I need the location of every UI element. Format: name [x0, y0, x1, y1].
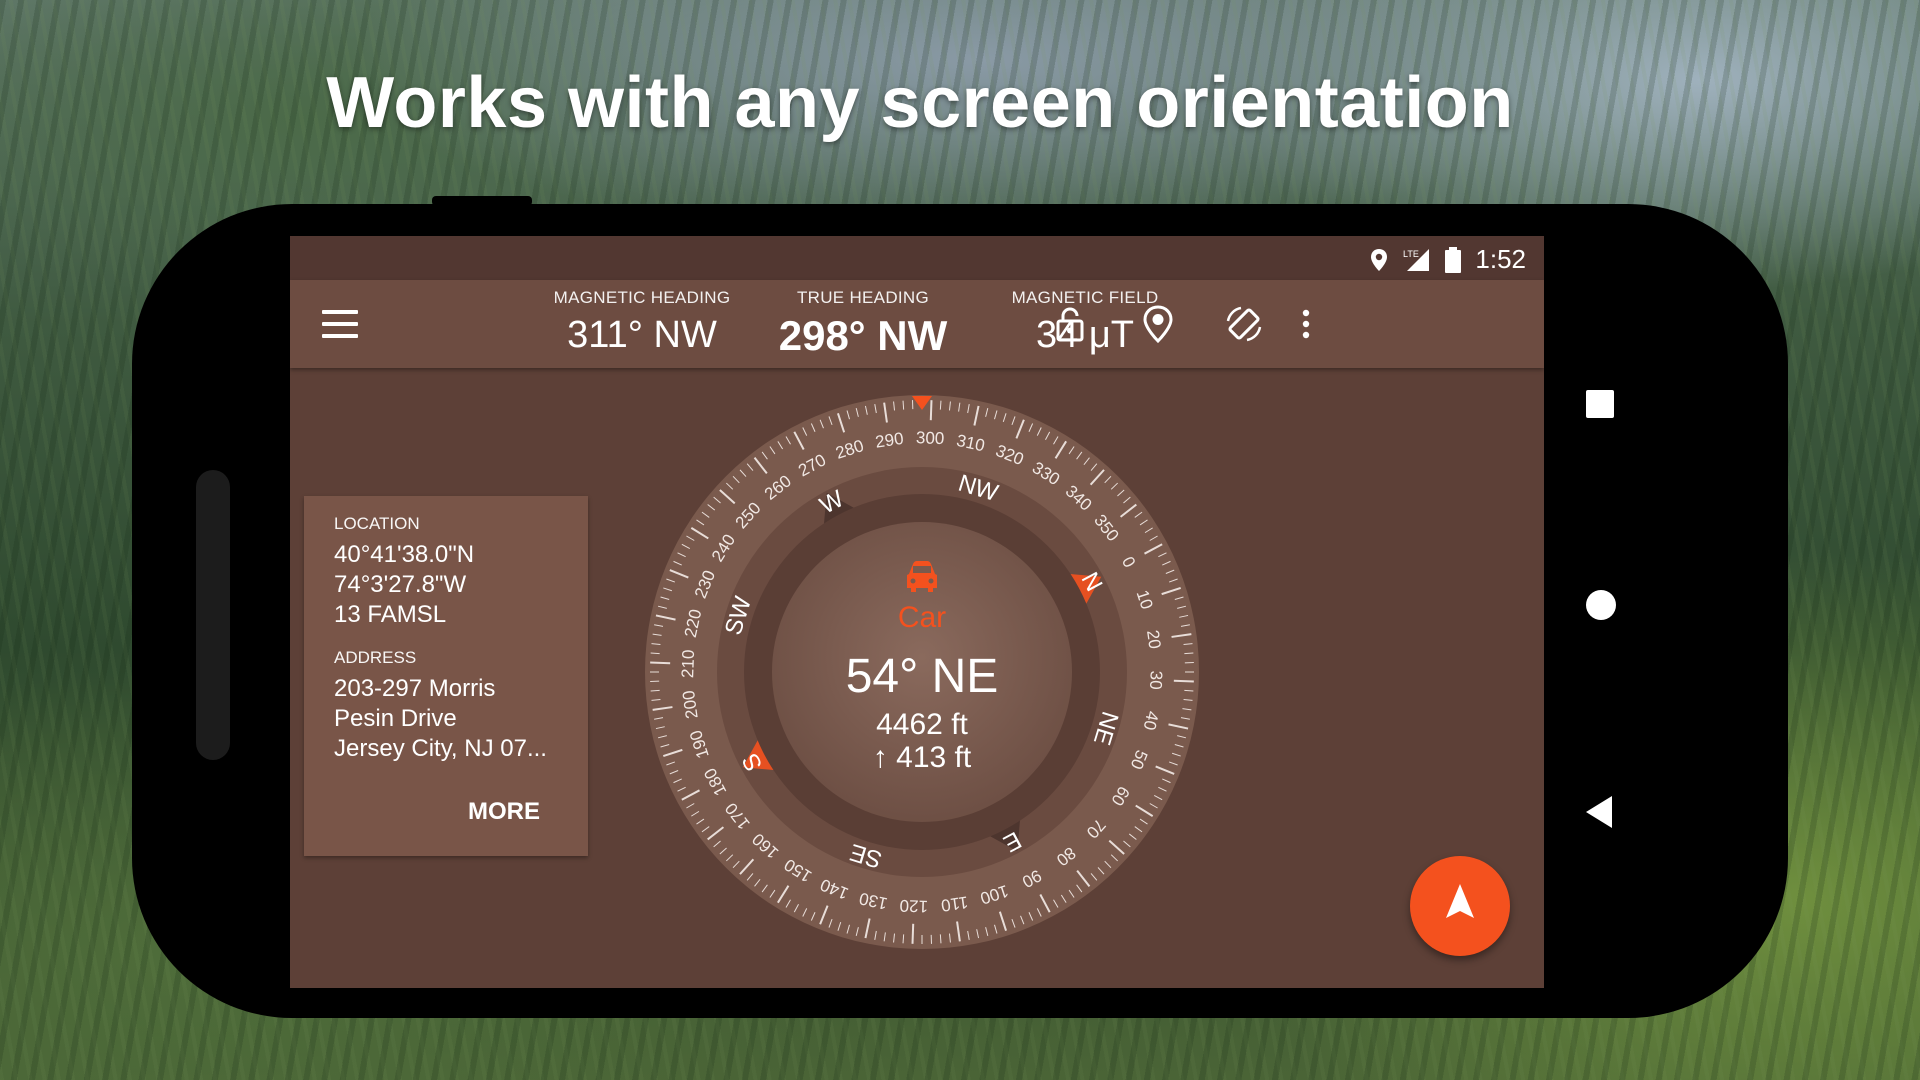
- compass-tick-label: 200: [679, 689, 702, 720]
- compass-tick-label: 40: [1140, 709, 1163, 731]
- target-mode: Car: [898, 601, 946, 634]
- compass-tick-label: 110: [940, 892, 969, 915]
- compass-tick-label: 290: [874, 429, 905, 452]
- address-line-3: Jersey City, NJ 07...: [334, 735, 547, 762]
- navigate-fab-button[interactable]: [1410, 856, 1510, 956]
- phone-frame: LTE 1:52 MAGNETIC HEADING 311° NW TRUE H…: [132, 196, 1788, 1018]
- battery-icon: [1445, 246, 1462, 273]
- phone-speaker: [196, 470, 230, 760]
- true-heading: TRUE HEADING 298° NW: [768, 288, 958, 360]
- compass-tick-label: 210: [678, 649, 698, 678]
- more-vert-icon[interactable]: [1296, 304, 1316, 344]
- address-label: ADDRESS: [334, 648, 417, 667]
- target-elevation: ↑ 413 ft: [873, 741, 972, 774]
- compass-tick: [650, 661, 671, 665]
- target-distance: 4462 ft: [876, 708, 968, 741]
- recents-icon[interactable]: [1586, 390, 1614, 418]
- lock-icon[interactable]: [1050, 304, 1090, 344]
- compass-tick: [1184, 689, 1194, 692]
- menu-icon[interactable]: [322, 310, 358, 338]
- compass-tick: [929, 400, 933, 421]
- home-icon[interactable]: [1586, 590, 1616, 620]
- compass-tick-label: 120: [899, 896, 928, 916]
- magnetic-heading-label: MAGNETIC HEADING: [553, 288, 731, 307]
- compass-dial: 0102030405060708090100110120130140150160…: [645, 395, 1199, 949]
- magnetic-heading-value: 311° NW: [567, 314, 717, 356]
- headline: Works with any screen orientation: [326, 63, 1514, 143]
- status-bar: LTE 1:52: [290, 236, 1544, 280]
- address-line-2: Pesin Drive: [334, 705, 457, 732]
- phone-side-button: [432, 196, 532, 206]
- svg-text:LTE: LTE: [1403, 249, 1419, 259]
- altitude: 13 FAMSL: [334, 601, 447, 628]
- compass-tick: [902, 400, 905, 410]
- compass-tick: [902, 934, 905, 944]
- target-bearing: 54° NE: [846, 650, 999, 703]
- compass-tick: [650, 689, 660, 692]
- compass-tick: [939, 934, 942, 944]
- navigation-arrow-icon: [1446, 884, 1474, 918]
- system-nav-bar: [1544, 236, 1788, 988]
- app-screen: LTE 1:52 MAGNETIC HEADING 311° NW TRUE H…: [290, 236, 1544, 988]
- location-pin-icon[interactable]: [1138, 304, 1178, 344]
- status-time: 1:52: [1475, 244, 1526, 274]
- compass-tick-label: 30: [1146, 670, 1166, 690]
- compass-tick-label: 300: [916, 428, 945, 448]
- back-icon[interactable]: [1586, 796, 1612, 828]
- location-label: LOCATION: [334, 514, 420, 533]
- location-card: LOCATION 40°41'38.0"N 74°3'27.8"W 13 FAM…: [304, 496, 588, 856]
- app-bar: MAGNETIC HEADING 311° NW TRUE HEADING 29…: [290, 280, 1544, 368]
- screen-rotation-icon[interactable]: [1224, 304, 1264, 344]
- compass-tick: [911, 923, 915, 944]
- address-line-1: 203-297 Morris: [334, 675, 496, 702]
- more-button[interactable]: MORE: [468, 798, 540, 826]
- compass-tick-label: 20: [1143, 629, 1164, 650]
- latitude: 40°41'38.0"N: [334, 541, 475, 568]
- true-heading-value: 298° NW: [778, 312, 948, 359]
- compass-tick: [939, 400, 942, 410]
- compass-tick: [1184, 652, 1194, 655]
- longitude: 74°3'27.8"W: [334, 571, 467, 598]
- location-status-icon: [1371, 248, 1388, 271]
- true-heading-label: TRUE HEADING: [796, 288, 930, 307]
- lte-signal-icon: LTE: [1403, 248, 1430, 271]
- compass-tick: [650, 652, 660, 655]
- magnetic-heading: MAGNETIC HEADING 311° NW: [552, 288, 732, 357]
- compass-tick: [1173, 679, 1194, 683]
